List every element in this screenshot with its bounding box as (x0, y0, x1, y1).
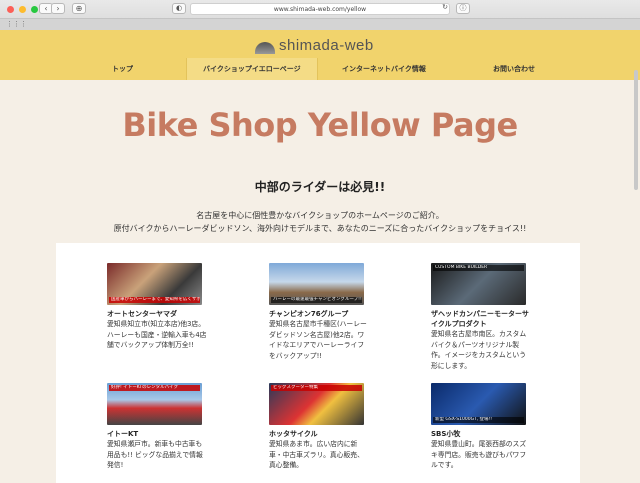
logo-text: shimada-web (279, 37, 374, 54)
thumbnail-caption: 国産車からハーレーまで、愛知県を広くサポート (109, 297, 200, 303)
shop-name[interactable]: チャンピオン76グループ (269, 309, 369, 319)
shop-name[interactable]: イトーKT (107, 429, 207, 439)
site-logo[interactable]: shimada-web (255, 37, 374, 54)
intro-line-1: 名古屋を中心に個性豊かなバイクショップのホームページのご紹介。 (196, 211, 444, 220)
shield-icon[interactable]: ◐ (172, 3, 186, 14)
shop-thumbnail[interactable]: 国産車からハーレーまで、愛知県を広くサポート (107, 263, 202, 305)
thumbnail-caption: CUSTOM BIKE BUILDER (433, 265, 524, 271)
shop-description: 愛知県名古屋市南区。カスタムバイク＆パーツオリジナル製作。イメージをカスタムとい… (431, 330, 527, 370)
browser-toolbar: ‹ › ⊕ ◐ www.shimada-web.com/yellow ↻ ⓘ ⋮… (0, 0, 640, 30)
shop-card[interactable]: CUSTOM BIKE BUILDER ザヘッドカンパニーモーターサイクルプロダ… (431, 263, 531, 371)
shop-description: 愛知県知立市(知立本店)他3店。ハーレーも国産・逆輸入車も4店舗でバックアップ体… (107, 320, 207, 349)
shop-name[interactable]: オートセンターヤマダ (107, 309, 207, 319)
window-controls (7, 6, 38, 13)
shop-card[interactable]: ビッグスクーター特集 ホッタサイクル 愛知県あま市。広い店内に新車・中古車ズラリ… (269, 383, 369, 471)
shop-description: 愛知県あま市。広い店内に新車・中古車ズラリ。真心販売、真心整備。 (269, 440, 364, 469)
intro-text: 名古屋を中心に個性豊かなバイクショップのホームページのご紹介。 原付バイクからハ… (0, 209, 640, 235)
shop-name[interactable]: SBS小牧 (431, 429, 531, 439)
nav-item-internet-bike-info[interactable]: インターネットバイク情報 (342, 64, 426, 74)
shop-thumbnail[interactable]: ビッグスクーター特集 (269, 383, 364, 425)
main-nav: トップ バイクショップイエローページ インターネットバイク情報 お問い合わせ (0, 58, 640, 80)
thumbnail-caption: 好評! イトーKTのレンタルバイク (109, 385, 200, 391)
shop-description: 愛知県豊山町。尾張西部のスズキ専門店。販売も遊びもパワフルです。 (431, 440, 527, 469)
shop-description: 愛知県瀬戸市。新車も中古車も用品も!! ビッグな品揃えで情報発信! (107, 440, 203, 469)
shop-name[interactable]: ザヘッドカンパニーモーターサイクルプロダクト (431, 309, 531, 329)
reload-icon[interactable]: ↻ (438, 3, 452, 14)
logo-mark-icon (255, 41, 275, 54)
nav-item-bike-shop-yellow-page[interactable]: バイクショップイエローページ (203, 64, 301, 74)
shop-thumbnail[interactable]: CUSTOM BIKE BUILDER (431, 263, 526, 305)
shop-card[interactable]: ハーレーの最速最強チャンピオングループ!! チャンピオン76グループ 愛知県名古… (269, 263, 369, 361)
shop-thumbnail[interactable]: 好評! イトーKTのレンタルバイク (107, 383, 202, 425)
grid-icon[interactable]: ⋮⋮⋮ (6, 21, 27, 28)
shop-card[interactable]: 好評! イトーKTのレンタルバイク イトーKT 愛知県瀬戸市。新車も中古車も用品… (107, 383, 207, 471)
shop-thumbnail[interactable]: ハーレーの最速最強チャンピオングループ!! (269, 263, 364, 305)
favorites-bar: ⋮⋮⋮ (0, 18, 640, 30)
shop-description: 愛知県名古屋市千種区(ハーレーダビッドソン名古屋)他2店。ワイドなエリアでハーレ… (269, 320, 367, 360)
address-bar[interactable]: www.shimada-web.com/yellow (190, 3, 450, 15)
web-page: shimada-web トップ バイクショップイエローページ インターネットバイ… (0, 30, 640, 483)
page-subheading: 中部のライダーは必見!! (254, 180, 386, 194)
shop-card[interactable]: 国産車からハーレーまで、愛知県を広くサポート オートセンターヤマダ 愛知県知立市… (107, 263, 207, 351)
page-title: Bike Shop Yellow Page (122, 106, 518, 144)
info-icon[interactable]: ⓘ (456, 3, 470, 14)
thumbnail-caption: ハーレーの最速最強チャンピオングループ!! (271, 297, 362, 303)
thumbnail-caption: ビッグスクーター特集 (271, 385, 362, 391)
nav-item-top[interactable]: トップ (112, 64, 133, 74)
shop-name[interactable]: ホッタサイクル (269, 429, 369, 439)
shop-list: 国産車からハーレーまで、愛知県を広くサポート オートセンターヤマダ 愛知県知立市… (56, 243, 580, 483)
minimize-window-icon[interactable] (19, 6, 26, 13)
intro-line-2: 原付バイクからハーレーダビッドソン、海外向けモデルまで、あなたのニーズに合ったバ… (113, 224, 527, 233)
shop-thumbnail[interactable]: 新型 GSX-S1000GT, 登場!! (431, 383, 526, 425)
page-scrollbar[interactable] (634, 70, 638, 190)
reader-sidebar-button[interactable]: ⊕ (72, 3, 86, 14)
site-header: shimada-web トップ バイクショップイエローページ インターネットバイ… (0, 30, 640, 80)
nav-item-contact[interactable]: お問い合わせ (493, 64, 535, 74)
forward-button[interactable]: › (51, 3, 65, 14)
close-window-icon[interactable] (7, 6, 14, 13)
thumbnail-caption: 新型 GSX-S1000GT, 登場!! (433, 417, 524, 423)
maximize-window-icon[interactable] (31, 6, 38, 13)
shop-card[interactable]: 新型 GSX-S1000GT, 登場!! SBS小牧 愛知県豊山町。尾張西部のス… (431, 383, 531, 471)
